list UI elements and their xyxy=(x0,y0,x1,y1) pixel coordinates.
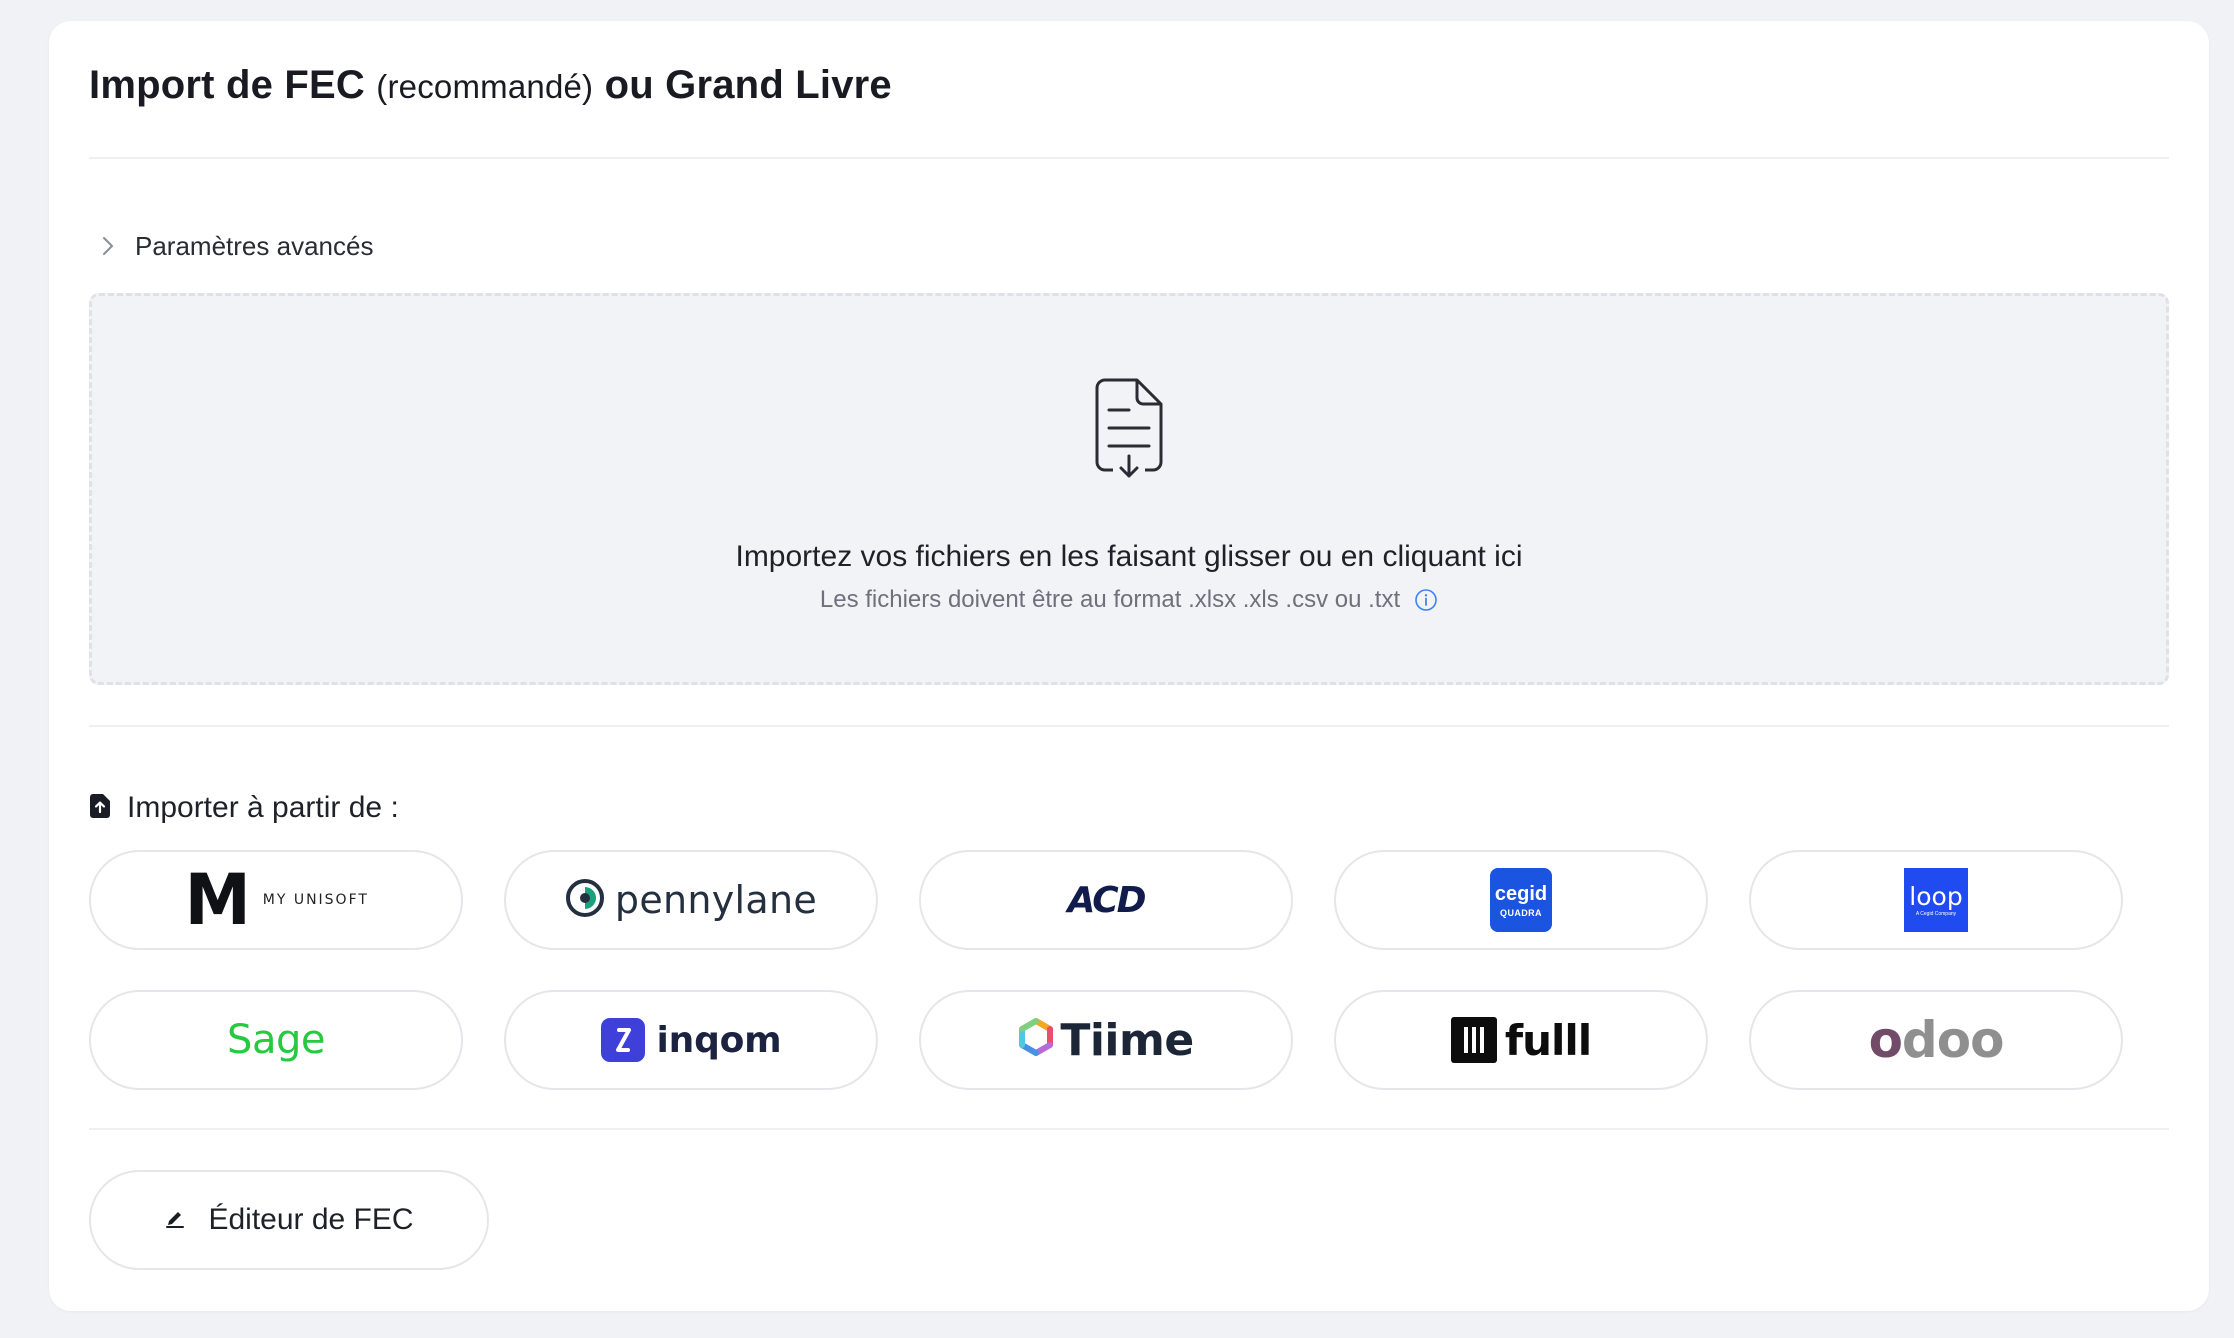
dropzone-format-hint: Les fichiers doivent être au format .xls… xyxy=(819,586,1401,613)
import-card: Import de FEC (recommandé) ou Grand Livr… xyxy=(49,21,2209,1311)
fulll-mark-icon xyxy=(1450,1017,1497,1063)
chevron-right-icon xyxy=(97,235,119,257)
sage-logo: Sage xyxy=(227,1017,325,1063)
integration-myunisoft-button[interactable]: M MY UNISOFT xyxy=(89,850,463,950)
pennylane-mark-icon xyxy=(565,878,605,923)
integration-odoo-button[interactable]: odoo xyxy=(1749,990,2123,1090)
advanced-settings-label: Paramètres avancés xyxy=(135,230,374,261)
loop-logo: loop A Cegid Company xyxy=(1904,868,1968,932)
integrations-grid: M MY UNISOFT pennylane ACD cegid QUADRA … xyxy=(89,850,2125,1090)
document-download-icon xyxy=(1091,376,1167,480)
tiime-logo: Tiime xyxy=(1018,1015,1194,1066)
integration-loop-button[interactable]: loop A Cegid Company xyxy=(1749,850,2123,950)
pen-icon xyxy=(164,1207,186,1234)
file-upload-icon xyxy=(89,793,111,824)
dropzone-subtext-row: Les fichiers doivent être au format .xls… xyxy=(92,586,2166,614)
divider xyxy=(89,157,2169,159)
title-main: Import de FEC xyxy=(89,63,365,107)
advanced-settings-toggle[interactable]: Paramètres avancés xyxy=(89,211,373,281)
title-end: ou Grand Livre xyxy=(604,63,892,107)
pennylane-logo: pennylane xyxy=(565,878,817,923)
card-content: Import de FEC (recommandé) ou Grand Livr… xyxy=(89,21,2169,1311)
integration-cegid-quadra-button[interactable]: cegid QUADRA xyxy=(1334,850,1708,950)
info-icon[interactable] xyxy=(1414,588,1438,612)
odoo-logo: odoo xyxy=(1868,1011,2005,1069)
fec-editor-button[interactable]: Éditeur de FEC xyxy=(89,1170,489,1270)
integration-inqom-button[interactable]: inqom xyxy=(504,990,878,1090)
integration-pennylane-button[interactable]: pennylane xyxy=(504,850,878,950)
title-recommended: (recommandé) xyxy=(376,68,594,105)
tiime-hexagon-icon xyxy=(1018,1017,1054,1063)
integration-tiime-button[interactable]: Tiime xyxy=(919,990,1293,1090)
file-dropzone[interactable]: Importez vos fichiers en les faisant gli… xyxy=(89,293,2169,685)
divider xyxy=(89,725,2169,727)
cegid-quadra-logo: cegid QUADRA xyxy=(1490,868,1552,932)
integration-fulll-button[interactable]: fulll xyxy=(1334,990,1708,1090)
fulll-logo: fulll xyxy=(1450,1016,1592,1065)
import-from-heading: Importer à partir de : xyxy=(89,773,399,843)
myunisoft-logo: M MY UNISOFT xyxy=(184,859,369,941)
integration-acd-button[interactable]: ACD xyxy=(919,850,1293,950)
import-from-label: Importer à partir de : xyxy=(127,791,399,824)
dropzone-text: Importez vos fichiers en les faisant gli… xyxy=(735,540,1523,573)
divider xyxy=(89,1128,2169,1130)
integration-sage-button[interactable]: Sage xyxy=(89,990,463,1090)
inqom-logo: inqom xyxy=(600,1018,782,1062)
acd-logo: ACD xyxy=(1067,879,1146,921)
page-title: Import de FEC (recommandé) ou Grand Livr… xyxy=(89,63,892,108)
fec-editor-label: Éditeur de FEC xyxy=(208,1203,414,1236)
inqom-mark-icon xyxy=(600,1018,645,1062)
